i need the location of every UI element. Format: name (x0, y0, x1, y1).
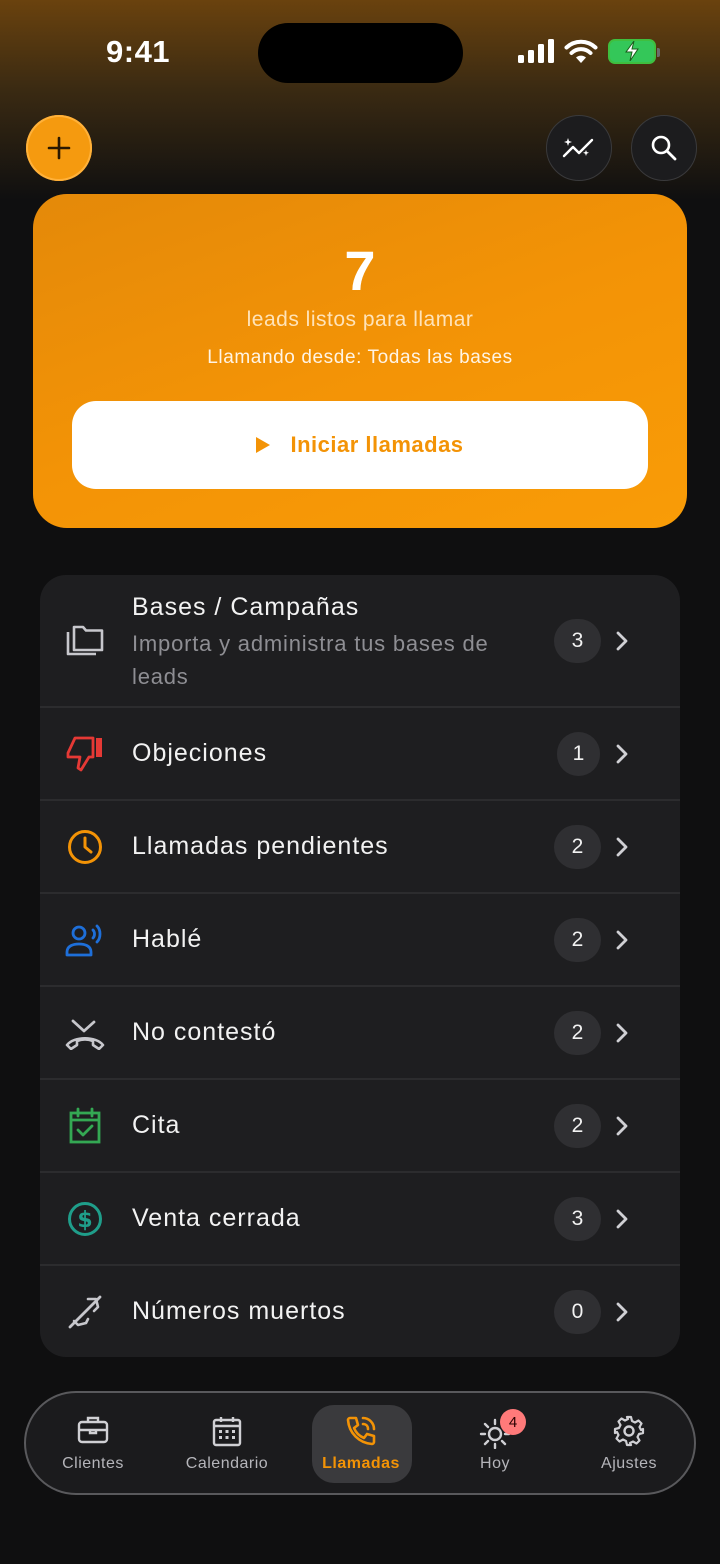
sparkle-chart-icon (562, 138, 594, 158)
menu-item-label: Cita (132, 1111, 181, 1139)
search-icon (651, 135, 677, 161)
count-badge: 2 (554, 1103, 601, 1148)
menu-item-label: Objeciones (132, 739, 268, 767)
tab-ajustes[interactable]: Ajustes (562, 1393, 696, 1493)
count-badge: 3 (554, 1196, 601, 1241)
count-badge: 1 (557, 731, 600, 776)
svg-text:$: $ (77, 1208, 92, 1233)
menu-item-label: Llamadas pendientes (132, 832, 389, 860)
menu-item-label: Hablé (132, 925, 203, 953)
tab-clientes[interactable]: Clientes (26, 1393, 160, 1493)
search-button[interactable] (631, 115, 697, 181)
tab-bar: Clientes Calendario Llamadas 4 Hoy Ajust… (24, 1391, 696, 1495)
chevron-right-icon (616, 1116, 628, 1135)
count-badge: 3 (554, 618, 601, 663)
menu-item-llamadas-pendientes[interactable]: Llamadas pendientes 2 (40, 799, 680, 892)
cellular-signal-icon (518, 39, 554, 63)
leads-summary-card: 7 leads listos para llamar Llamando desd… (33, 194, 687, 528)
menu-item-description: Importa y administra tus bases de leads (132, 631, 489, 689)
chevron-right-icon (616, 930, 628, 949)
add-button[interactable] (26, 115, 92, 181)
menu-item-label: No contestó (132, 1018, 277, 1046)
menu-item-objeciones[interactable]: Objeciones 1 (40, 706, 680, 799)
battery-icon (608, 38, 660, 64)
start-calls-label: Iniciar llamadas (290, 432, 464, 457)
dollar-circle-icon: $ (64, 1198, 106, 1240)
menu-item-bases[interactable]: Bases / Campañas Importa y administra tu… (40, 575, 680, 706)
wifi-icon (564, 39, 598, 63)
menu-item-numeros-muertos[interactable]: Números muertos 0 (40, 1264, 680, 1357)
menu-item-label: Bases / Campañas (132, 593, 360, 621)
menu-item-cita[interactable]: Cita 2 (40, 1078, 680, 1171)
chevron-right-icon (616, 631, 628, 650)
chevron-right-icon (616, 1209, 628, 1228)
leads-subtitle: leads listos para llamar (246, 308, 474, 331)
menu-item-venta-cerrada[interactable]: $ Venta cerrada 3 (40, 1171, 680, 1264)
menu-item-label: Venta cerrada (132, 1204, 301, 1232)
dynamic-island (258, 23, 463, 83)
menu-item-hable[interactable]: Hablé 2 (40, 892, 680, 985)
person-speaking-icon (64, 919, 106, 961)
chevron-right-icon (616, 744, 628, 763)
calling-from-label: Llamando desde: Todas las bases (207, 347, 513, 368)
chevron-right-icon (616, 837, 628, 856)
notification-badge: 4 (500, 1409, 526, 1435)
tab-llamadas[interactable]: Llamadas (294, 1393, 428, 1493)
gear-icon (613, 1415, 645, 1447)
thumbs-down-icon (64, 733, 106, 775)
tab-label: Ajustes (601, 1455, 657, 1472)
calendar-check-icon (64, 1105, 106, 1147)
menu-item-label: Números muertos (132, 1297, 346, 1325)
count-badge: 0 (554, 1289, 601, 1334)
missed-call-icon (64, 1012, 106, 1054)
tab-label: Hoy (480, 1455, 510, 1472)
plus-icon (47, 136, 71, 160)
leads-count: 7 (344, 239, 376, 302)
count-badge: 2 (554, 917, 601, 962)
start-calls-button[interactable]: Iniciar llamadas (72, 401, 648, 489)
phone-disabled-icon (64, 1291, 106, 1333)
tab-hoy[interactable]: 4 Hoy (428, 1393, 562, 1493)
phone-call-icon (346, 1416, 376, 1446)
status-time: 9:41 (106, 34, 171, 69)
folders-icon (64, 620, 106, 662)
count-badge: 2 (554, 1010, 601, 1055)
tab-label: Clientes (62, 1455, 124, 1472)
briefcase-icon (77, 1416, 109, 1444)
chevron-right-icon (616, 1023, 628, 1042)
count-badge: 2 (554, 824, 601, 869)
insights-button[interactable] (546, 115, 612, 181)
play-icon (256, 437, 271, 453)
calls-menu-list: Bases / Campañas Importa y administra tu… (40, 575, 680, 1357)
tab-label: Calendario (185, 1455, 269, 1472)
clock-icon (64, 826, 106, 868)
chevron-right-icon (616, 1302, 628, 1321)
calendar-icon (212, 1417, 242, 1447)
tab-label: Llamadas (322, 1455, 400, 1472)
tab-calendario[interactable]: Calendario (160, 1393, 294, 1493)
menu-item-no-contesto[interactable]: No contestó 2 (40, 985, 680, 1078)
status-icons (518, 38, 660, 64)
